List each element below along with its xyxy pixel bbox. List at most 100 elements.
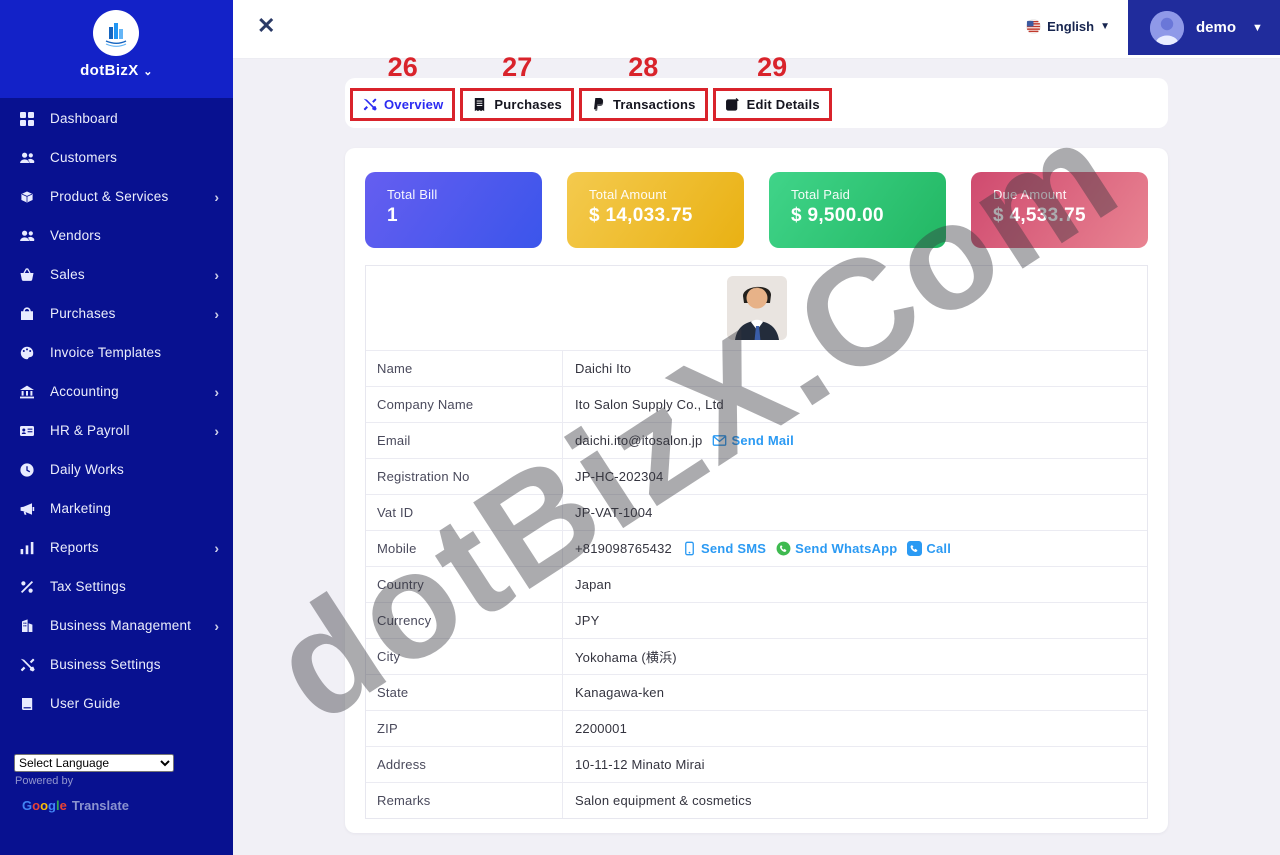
stat-label: Total Amount [589, 187, 667, 202]
detail-value-text: Kanagawa-ken [575, 685, 665, 700]
brand-caret-icon: ⌄ [143, 66, 153, 78]
clock-icon [19, 461, 36, 478]
whatsapp-icon [776, 541, 791, 556]
send-sms-link[interactable]: Send SMS [682, 541, 766, 556]
sidebar-item-marketing[interactable]: Marketing [0, 489, 233, 528]
sidebar-item-business-management[interactable]: Business Management › [0, 606, 233, 645]
megaphone-icon [19, 500, 36, 517]
page: dotBizX ⌄ Dashboard Customers Product & Se… [0, 0, 1280, 855]
call-link[interactable]: Call [907, 541, 951, 556]
detail-label: Address [366, 747, 563, 782]
language-switcher[interactable]: English ▼ [1026, 19, 1110, 34]
annotation-number: 26 [387, 52, 418, 82]
sidebar-item-purchases[interactable]: Purchases › [0, 294, 233, 333]
users-icon [19, 149, 36, 166]
detail-label: Registration No [366, 459, 563, 494]
sidebar-item-label: Purchases [50, 306, 116, 321]
google-translate-logo[interactable]: Google Translate [22, 798, 129, 813]
user-menu[interactable]: demo ▼ [1128, 0, 1280, 55]
sidebar-item-invoice-templates[interactable]: Invoice Templates [0, 333, 233, 372]
sidebar-item-reports[interactable]: Reports › [0, 528, 233, 567]
detail-row-registration-no: Registration No JP-HC-202304 [366, 458, 1147, 494]
detail-row-city: City Yokohama (横浜) [366, 638, 1147, 674]
sidebar-item-label: Tax Settings [50, 579, 126, 594]
sidebar-item-label: Product & Services [50, 189, 169, 204]
link-label: Call [926, 541, 952, 556]
tab-overview[interactable]: Overview [350, 88, 456, 121]
sidebar-item-sales[interactable]: Sales › [0, 255, 233, 294]
detail-value-text: Salon equipment & cosmetics [575, 793, 752, 808]
tab-wrap-overview: 26 Overview [350, 52, 456, 121]
sidebar-item-business-settings[interactable]: Business Settings [0, 645, 233, 684]
tab-wrap-purchases: 27 Purchases [460, 52, 574, 121]
annotation-number: 28 [628, 52, 659, 82]
call-icon [907, 541, 923, 556]
link-label: Send Mail [731, 433, 794, 448]
chevron-right-icon: › [214, 539, 219, 556]
detail-label: Vat ID [366, 495, 563, 530]
paypal-icon [591, 97, 606, 112]
detail-value: daichi.ito@itosalon.jp Send Mail [563, 423, 1147, 458]
tab-wrap-edit-details: 29 Edit Details [712, 52, 832, 121]
tab-label: Edit Details [746, 97, 820, 112]
send-mail-link[interactable]: Send Mail [712, 433, 794, 448]
tab-edit-details[interactable]: Edit Details [712, 88, 832, 121]
grid-icon [19, 110, 36, 127]
tab-label: Transactions [612, 97, 696, 112]
detail-value: JP-VAT-1004 [563, 495, 1147, 530]
stat-card-total-paid: Total Paid $ 9,500.00 [769, 172, 946, 248]
sidebar-item-label: Business Settings [50, 657, 161, 672]
sidebar-item-dashboard[interactable]: Dashboard [0, 99, 233, 138]
stat-card-total-bill: Total Bill 1 [365, 172, 542, 248]
sidebar-item-label: Vendors [50, 228, 101, 243]
stat-value: $ 4,533.75 [993, 205, 1086, 226]
sidebar-item-label: Marketing [50, 501, 112, 516]
language-select[interactable]: Select Language [14, 754, 174, 772]
close-icon[interactable]: ✕ [257, 15, 275, 37]
sidebar-item-label: HR & Payroll [50, 423, 130, 438]
detail-value: 2200001 [563, 711, 1147, 746]
sidebar-item-customers[interactable]: Customers [0, 138, 233, 177]
detail-row-currency: Currency JPY [366, 602, 1147, 638]
detail-row-company-name: Company Name Ito Salon Supply Co., Ltd [366, 386, 1147, 422]
sidebar-item-accounting[interactable]: Accounting › [0, 372, 233, 411]
tab-purchases[interactable]: Purchases [460, 88, 574, 121]
send-whatsapp-link[interactable]: Send WhatsApp [776, 541, 897, 556]
detail-row-name: Name Daichi Ito [366, 350, 1147, 386]
sidebar-item-product-services[interactable]: Product & Services › [0, 177, 233, 216]
detail-label: ZIP [366, 711, 563, 746]
detail-label: Name [366, 351, 563, 386]
sidebar-item-label: Daily Works [50, 462, 124, 477]
customer-photo [726, 276, 787, 340]
detail-row-mobile: Mobile +819098765432 Send SMS Send WhatsApp… [366, 530, 1147, 566]
sidebar-item-vendors[interactable]: Vendors [0, 216, 233, 255]
sidebar-item-daily-works[interactable]: Daily Works [0, 450, 233, 489]
detail-value-text: 10-11-12 Minato Mirai [575, 757, 705, 772]
chevron-down-icon: ▼ [1100, 21, 1110, 32]
sidebar-item-hr-payroll[interactable]: HR & Payroll › [0, 411, 233, 450]
detail-value-text: JP-VAT-1004 [575, 505, 653, 520]
sidebar-item-user-guide[interactable]: User Guide [0, 684, 233, 723]
brand-name[interactable]: dotBizX ⌄ [0, 62, 233, 79]
topbar: ✕ English ▼ [233, 0, 1280, 59]
detail-value: Ito Salon Supply Co., Ltd [563, 387, 1147, 422]
detail-label: Email [366, 423, 563, 458]
edit-icon [725, 97, 740, 112]
link-label: Send WhatsApp [795, 541, 898, 556]
detail-value-text: daichi.ito@itosalon.jp [575, 433, 703, 448]
detail-row-vat-id: Vat ID JP-VAT-1004 [366, 494, 1147, 530]
detail-value-text: Ito Salon Supply Co., Ltd [575, 397, 724, 412]
sidebar-item-label: Accounting [50, 384, 119, 399]
customer-overview-card: Total Bill 1 Total Amount $ 14,033.75 Total … [345, 148, 1168, 833]
detail-label: Currency [366, 603, 563, 638]
chevron-right-icon: › [214, 422, 219, 439]
chevron-right-icon: › [214, 188, 219, 205]
tools-icon [19, 656, 36, 673]
sidebar-item-label: Invoice Templates [50, 345, 162, 360]
us-flag-icon [1026, 19, 1041, 34]
sidebar-item-label: Reports [50, 540, 99, 555]
tab-transactions[interactable]: Transactions [578, 88, 708, 121]
users-icon [19, 227, 36, 244]
sidebar-item-tax-settings[interactable]: Tax Settings [0, 567, 233, 606]
stats-row: Total Bill 1 Total Amount $ 14,033.75 Total … [365, 172, 1148, 248]
